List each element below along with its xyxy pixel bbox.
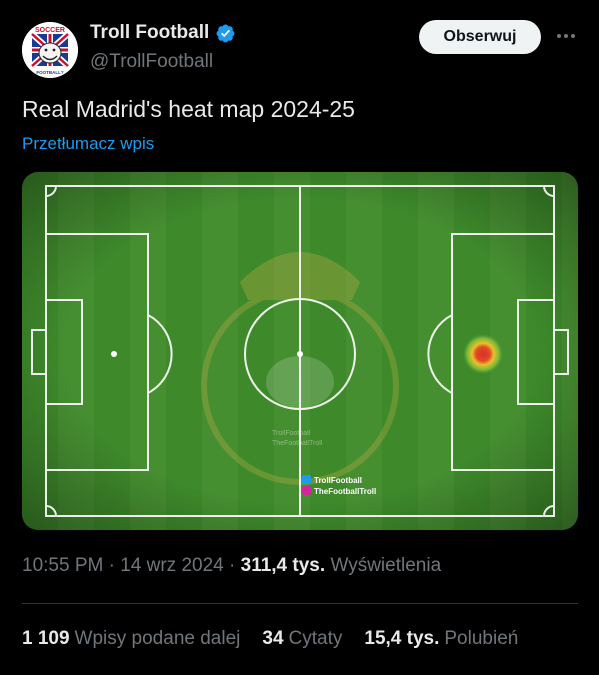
divider (22, 603, 578, 604)
meta-separator: · (229, 555, 241, 576)
more-options-icon[interactable] (554, 24, 578, 48)
svg-text:TheFootballTroll: TheFootballTroll (314, 487, 376, 496)
reposts-label: Wpisy podane dalej (74, 628, 241, 649)
heatmap-pitch: TrollFootball TheFootballTroll TrollFoot… (22, 172, 578, 530)
verified-badge-icon (216, 24, 235, 42)
author-name-row[interactable]: Troll Football (90, 22, 236, 44)
avatar[interactable]: SOCCER FOOTBALL? (22, 22, 78, 78)
tweet-text: Real Madrid's heat map 2024-25 (22, 96, 355, 122)
faint-watermark-1: TrollFootball (272, 430, 311, 437)
author-name[interactable]: Troll Football (90, 22, 209, 44)
tweet-date[interactable]: 14 wrz 2024 (120, 555, 224, 576)
quotes-stat[interactable]: 34 Cytaty (262, 628, 342, 650)
left-penalty-spot (111, 351, 117, 357)
author-handle[interactable]: @TrollFootball (90, 51, 213, 73)
center-spot (297, 351, 303, 357)
svg-text:SOCCER: SOCCER (35, 27, 65, 34)
translate-link[interactable]: Przetłumacz wpis (22, 134, 154, 154)
tweet-image[interactable]: TrollFootball TheFootballTroll TrollFoot… (22, 172, 578, 530)
likes-stat[interactable]: 15,4 tys. Polubień (364, 628, 518, 650)
svg-text:FOOTBALL?: FOOTBALL? (36, 70, 63, 75)
views-label: Wyświetlenia (330, 555, 442, 576)
views-count: 311,4 tys. (240, 555, 326, 576)
quotes-label: Cytaty (288, 628, 343, 649)
meta-separator: · (108, 555, 121, 576)
reposts-stat[interactable]: 1 109 Wpisy podane dalej (22, 628, 240, 650)
faint-watermark-2: TheFootballTroll (272, 440, 323, 447)
troll-logo-icon: SOCCER FOOTBALL? (22, 22, 78, 78)
svg-text:TrollFootball: TrollFootball (314, 476, 362, 485)
engagement-stats: 1 109 Wpisy podane dalej 34 Cytaty 15,4 ty… (22, 628, 518, 650)
likes-count: 15,4 tys. (364, 628, 440, 649)
heat-spot (463, 334, 503, 374)
likes-label: Polubień (444, 628, 519, 649)
follow-button[interactable]: Obserwuj (419, 20, 541, 54)
reposts-count: 1 109 (22, 628, 70, 649)
quotes-count: 34 (262, 628, 284, 649)
watermark-instagram: TheFootballTroll (302, 486, 376, 496)
tweet-time[interactable]: 10:55 PM (22, 555, 103, 576)
tweet-meta: 10:55 PM · 14 wrz 2024 · 311,4 tys. Wyśw… (22, 555, 441, 577)
